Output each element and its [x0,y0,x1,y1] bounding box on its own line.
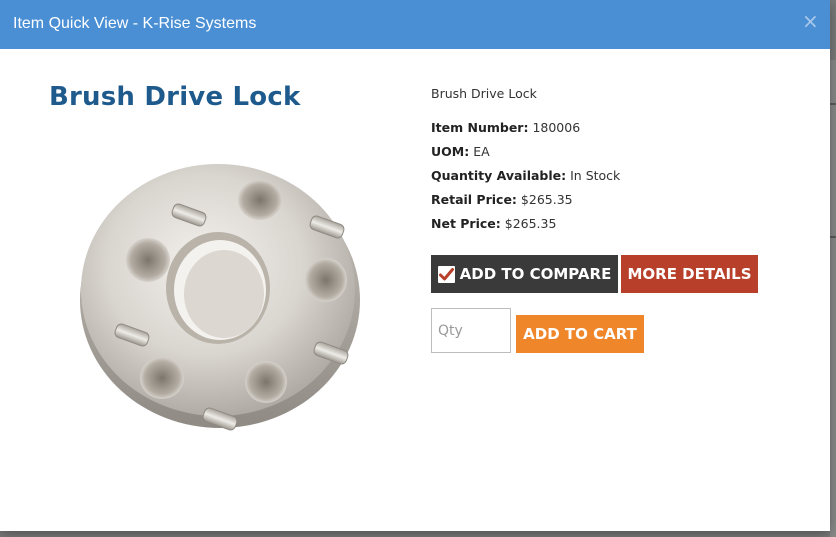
add-to-compare-button[interactable]: ADD TO COMPARE [431,255,618,293]
product-description: Brush Drive Lock [431,86,537,101]
spec-item-number: Item Number: 180006 [431,120,580,135]
product-title: Brush Drive Lock [49,82,301,112]
wheel-spacer-image [70,140,370,440]
modal-header: Item Quick View - K-Rise Systems × [0,0,830,49]
wheel-spacer-icon [80,164,360,431]
spec-quantity-available: Quantity Available: In Stock [431,168,620,183]
spec-value: EA [473,144,490,159]
background-divider [829,236,836,238]
check-icon [438,267,454,280]
quick-view-modal: Item Quick View - K-Rise Systems × Brush… [0,0,830,531]
background-divider [829,103,836,105]
spec-value: In Stock [570,168,621,183]
more-details-button[interactable]: MORE DETAILS [621,255,758,293]
spec-label: UOM: [431,144,470,159]
more-details-label: MORE DETAILS [627,265,752,283]
spec-label: Item Number: [431,120,529,135]
add-to-cart-button[interactable]: ADD TO CART [516,315,644,353]
spec-label: Net Price: [431,216,501,231]
spec-net-price: Net Price: $265.35 [431,216,556,231]
background-scroll-area [830,60,836,537]
spec-label: Retail Price: [431,192,517,207]
spec-retail-price: Retail Price: $265.35 [431,192,573,207]
spec-value: $265.35 [520,192,573,207]
spec-value: 180006 [532,120,581,135]
spec-value: $265.35 [504,216,557,231]
qty-input[interactable] [431,308,511,353]
spec-uom: UOM: EA [431,144,490,159]
close-icon[interactable]: × [802,11,819,31]
checkbox-checked-icon [437,265,455,283]
add-to-cart-label: ADD TO CART [523,325,637,343]
modal-title: Item Quick View - K-Rise Systems [13,15,257,32]
add-to-compare-label: ADD TO COMPARE [459,265,612,283]
spec-label: Quantity Available: [431,168,567,183]
